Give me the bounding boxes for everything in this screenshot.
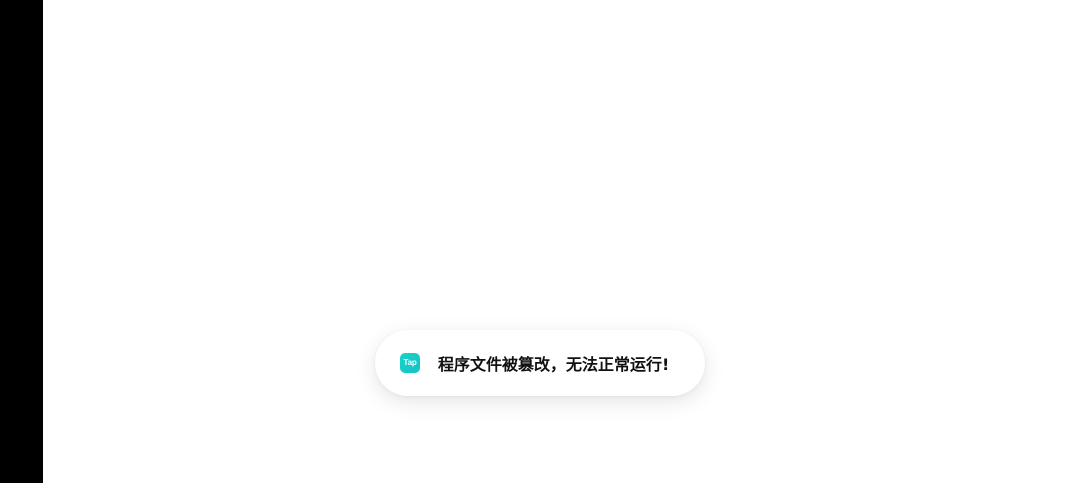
left-black-bar: [0, 0, 43, 483]
toast-notification: Tap 程序文件被篡改，无法正常运行!: [375, 330, 705, 396]
app-content-area: [43, 0, 1080, 483]
toast-message: 程序文件被篡改，无法正常运行!: [438, 355, 670, 374]
app-icon-label: Tap: [403, 358, 417, 367]
taptap-app-icon: Tap: [400, 353, 420, 373]
